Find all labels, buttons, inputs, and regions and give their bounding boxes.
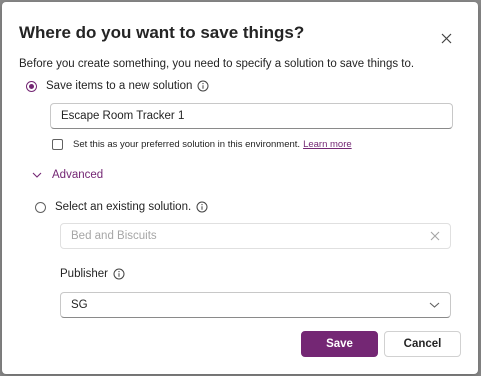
- existing-solution-radio[interactable]: [35, 201, 46, 213]
- publisher-value: SG: [71, 299, 88, 311]
- new-solution-radio[interactable]: [26, 80, 37, 92]
- chevron-down-icon: [429, 302, 440, 308]
- preferred-solution-option: Set this as your preferred solution in t…: [52, 139, 352, 150]
- info-icon[interactable]: [113, 268, 125, 280]
- learn-more-link[interactable]: Learn more: [303, 139, 352, 150]
- close-button[interactable]: [434, 26, 458, 50]
- advanced-toggle[interactable]: Advanced: [32, 169, 103, 181]
- new-solution-option[interactable]: Save items to a new solution: [26, 80, 209, 92]
- info-icon[interactable]: [196, 201, 208, 213]
- save-button[interactable]: Save: [301, 331, 378, 357]
- solution-name-input[interactable]: Escape Room Tracker 1: [50, 103, 453, 129]
- chevron-down-icon: [32, 172, 42, 178]
- publisher-dropdown[interactable]: SG: [60, 292, 451, 318]
- existing-solution-combobox: Bed and Biscuits: [60, 223, 451, 249]
- save-location-dialog: Where do you want to save things? Before…: [2, 2, 478, 374]
- close-icon: [441, 33, 451, 43]
- advanced-label: Advanced: [52, 169, 104, 181]
- info-icon[interactable]: [197, 80, 209, 92]
- dialog-title: Where do you want to save things?: [19, 23, 305, 42]
- existing-solution-option[interactable]: Select an existing solution.: [35, 201, 208, 213]
- publisher-label: Publisher: [60, 268, 108, 280]
- preferred-solution-label: Set this as your preferred solution in t…: [73, 139, 301, 150]
- new-solution-label: Save items to a new solution: [46, 80, 193, 92]
- preferred-solution-checkbox[interactable]: [52, 139, 63, 150]
- existing-solution-label: Select an existing solution.: [55, 201, 192, 213]
- publisher-field-label: Publisher: [60, 268, 125, 280]
- solution-name-value: Escape Room Tracker 1: [61, 110, 185, 122]
- cancel-button[interactable]: Cancel: [384, 331, 461, 357]
- clear-icon: [430, 231, 440, 241]
- existing-solution-value: Bed and Biscuits: [71, 230, 157, 242]
- dialog-intro: Before you create something, you need to…: [19, 58, 415, 70]
